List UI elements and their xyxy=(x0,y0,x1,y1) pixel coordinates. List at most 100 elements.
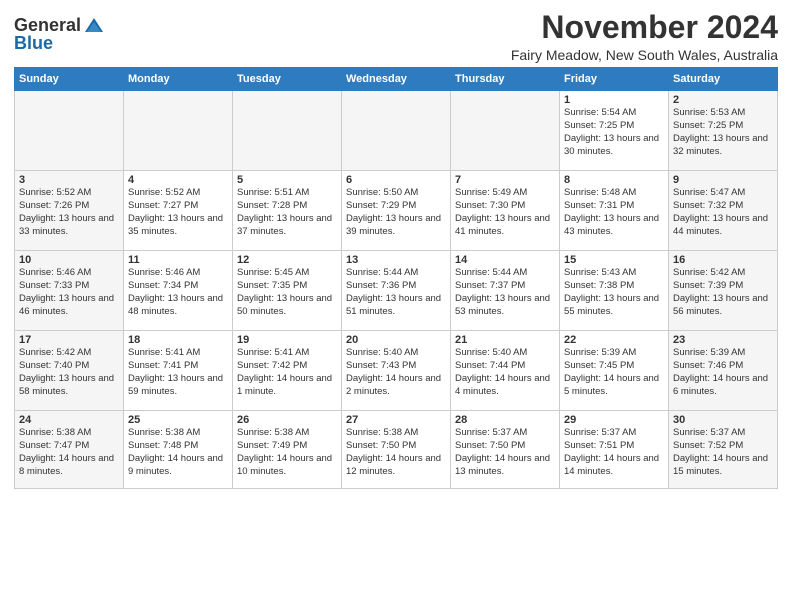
day-info: Sunrise: 5:49 AMSunset: 7:30 PMDaylight:… xyxy=(455,187,555,238)
day-number: 10 xyxy=(19,254,119,266)
cell-w0-d6: 2Sunrise: 5:53 AMSunset: 7:25 PMDaylight… xyxy=(669,91,778,171)
location-title: Fairy Meadow, New South Wales, Australia xyxy=(511,47,778,63)
col-saturday: Saturday xyxy=(669,68,778,91)
day-number: 3 xyxy=(19,174,119,186)
cell-w3-d0: 17Sunrise: 5:42 AMSunset: 7:40 PMDayligh… xyxy=(15,331,124,411)
day-number: 21 xyxy=(455,334,555,346)
cell-w1-d2: 5Sunrise: 5:51 AMSunset: 7:28 PMDaylight… xyxy=(233,171,342,251)
day-number: 20 xyxy=(346,334,446,346)
day-number: 22 xyxy=(564,334,664,346)
logo: General Blue xyxy=(14,14,105,52)
col-thursday: Thursday xyxy=(451,68,560,91)
cell-w1-d5: 8Sunrise: 5:48 AMSunset: 7:31 PMDaylight… xyxy=(560,171,669,251)
day-info: Sunrise: 5:47 AMSunset: 7:32 PMDaylight:… xyxy=(673,187,773,238)
day-number: 30 xyxy=(673,414,773,426)
day-info: Sunrise: 5:40 AMSunset: 7:43 PMDaylight:… xyxy=(346,347,446,398)
day-info: Sunrise: 5:46 AMSunset: 7:33 PMDaylight:… xyxy=(19,267,119,318)
day-info: Sunrise: 5:43 AMSunset: 7:38 PMDaylight:… xyxy=(564,267,664,318)
day-info: Sunrise: 5:37 AMSunset: 7:52 PMDaylight:… xyxy=(673,427,773,478)
day-info: Sunrise: 5:48 AMSunset: 7:31 PMDaylight:… xyxy=(564,187,664,238)
cell-w4-d2: 26Sunrise: 5:38 AMSunset: 7:49 PMDayligh… xyxy=(233,411,342,489)
day-number: 26 xyxy=(237,414,337,426)
col-friday: Friday xyxy=(560,68,669,91)
cell-w3-d5: 22Sunrise: 5:39 AMSunset: 7:45 PMDayligh… xyxy=(560,331,669,411)
header: General Blue November 2024 Fairy Meadow,… xyxy=(14,10,778,63)
cell-w4-d3: 27Sunrise: 5:38 AMSunset: 7:50 PMDayligh… xyxy=(342,411,451,489)
day-info: Sunrise: 5:52 AMSunset: 7:26 PMDaylight:… xyxy=(19,187,119,238)
day-number: 7 xyxy=(455,174,555,186)
cell-w2-d6: 16Sunrise: 5:42 AMSunset: 7:39 PMDayligh… xyxy=(669,251,778,331)
day-number: 23 xyxy=(673,334,773,346)
day-info: Sunrise: 5:53 AMSunset: 7:25 PMDaylight:… xyxy=(673,107,773,158)
day-info: Sunrise: 5:38 AMSunset: 7:47 PMDaylight:… xyxy=(19,427,119,478)
day-info: Sunrise: 5:41 AMSunset: 7:41 PMDaylight:… xyxy=(128,347,228,398)
month-title: November 2024 xyxy=(511,10,778,45)
col-tuesday: Tuesday xyxy=(233,68,342,91)
day-number: 17 xyxy=(19,334,119,346)
day-number: 4 xyxy=(128,174,228,186)
day-info: Sunrise: 5:44 AMSunset: 7:36 PMDaylight:… xyxy=(346,267,446,318)
cell-w4-d5: 29Sunrise: 5:37 AMSunset: 7:51 PMDayligh… xyxy=(560,411,669,489)
day-number: 2 xyxy=(673,94,773,106)
logo-general: General xyxy=(14,16,81,34)
cell-w2-d0: 10Sunrise: 5:46 AMSunset: 7:33 PMDayligh… xyxy=(15,251,124,331)
day-info: Sunrise: 5:40 AMSunset: 7:44 PMDaylight:… xyxy=(455,347,555,398)
day-number: 29 xyxy=(564,414,664,426)
day-info: Sunrise: 5:51 AMSunset: 7:28 PMDaylight:… xyxy=(237,187,337,238)
week-row-4: 24Sunrise: 5:38 AMSunset: 7:47 PMDayligh… xyxy=(15,411,778,489)
day-number: 6 xyxy=(346,174,446,186)
day-number: 25 xyxy=(128,414,228,426)
logo-icon xyxy=(83,14,105,36)
cell-w3-d3: 20Sunrise: 5:40 AMSunset: 7:43 PMDayligh… xyxy=(342,331,451,411)
cell-w1-d3: 6Sunrise: 5:50 AMSunset: 7:29 PMDaylight… xyxy=(342,171,451,251)
day-number: 16 xyxy=(673,254,773,266)
week-row-3: 17Sunrise: 5:42 AMSunset: 7:40 PMDayligh… xyxy=(15,331,778,411)
cell-w2-d2: 12Sunrise: 5:45 AMSunset: 7:35 PMDayligh… xyxy=(233,251,342,331)
cell-w2-d4: 14Sunrise: 5:44 AMSunset: 7:37 PMDayligh… xyxy=(451,251,560,331)
day-number: 27 xyxy=(346,414,446,426)
cell-w1-d4: 7Sunrise: 5:49 AMSunset: 7:30 PMDaylight… xyxy=(451,171,560,251)
cell-w3-d6: 23Sunrise: 5:39 AMSunset: 7:46 PMDayligh… xyxy=(669,331,778,411)
col-monday: Monday xyxy=(124,68,233,91)
cell-w2-d5: 15Sunrise: 5:43 AMSunset: 7:38 PMDayligh… xyxy=(560,251,669,331)
day-info: Sunrise: 5:38 AMSunset: 7:48 PMDaylight:… xyxy=(128,427,228,478)
day-info: Sunrise: 5:41 AMSunset: 7:42 PMDaylight:… xyxy=(237,347,337,398)
cell-w0-d5: 1Sunrise: 5:54 AMSunset: 7:25 PMDaylight… xyxy=(560,91,669,171)
header-row: Sunday Monday Tuesday Wednesday Thursday… xyxy=(15,68,778,91)
col-sunday: Sunday xyxy=(15,68,124,91)
day-info: Sunrise: 5:39 AMSunset: 7:46 PMDaylight:… xyxy=(673,347,773,398)
day-number: 15 xyxy=(564,254,664,266)
cell-w4-d1: 25Sunrise: 5:38 AMSunset: 7:48 PMDayligh… xyxy=(124,411,233,489)
day-info: Sunrise: 5:39 AMSunset: 7:45 PMDaylight:… xyxy=(564,347,664,398)
cell-w4-d0: 24Sunrise: 5:38 AMSunset: 7:47 PMDayligh… xyxy=(15,411,124,489)
cell-w0-d4 xyxy=(451,91,560,171)
cell-w2-d3: 13Sunrise: 5:44 AMSunset: 7:36 PMDayligh… xyxy=(342,251,451,331)
day-info: Sunrise: 5:38 AMSunset: 7:50 PMDaylight:… xyxy=(346,427,446,478)
day-number: 14 xyxy=(455,254,555,266)
cell-w4-d4: 28Sunrise: 5:37 AMSunset: 7:50 PMDayligh… xyxy=(451,411,560,489)
cell-w1-d6: 9Sunrise: 5:47 AMSunset: 7:32 PMDaylight… xyxy=(669,171,778,251)
day-info: Sunrise: 5:37 AMSunset: 7:50 PMDaylight:… xyxy=(455,427,555,478)
day-number: 28 xyxy=(455,414,555,426)
day-info: Sunrise: 5:45 AMSunset: 7:35 PMDaylight:… xyxy=(237,267,337,318)
day-number: 13 xyxy=(346,254,446,266)
cell-w1-d1: 4Sunrise: 5:52 AMSunset: 7:27 PMDaylight… xyxy=(124,171,233,251)
calendar-container: General Blue November 2024 Fairy Meadow,… xyxy=(0,0,792,497)
week-row-2: 10Sunrise: 5:46 AMSunset: 7:33 PMDayligh… xyxy=(15,251,778,331)
week-row-1: 3Sunrise: 5:52 AMSunset: 7:26 PMDaylight… xyxy=(15,171,778,251)
day-number: 5 xyxy=(237,174,337,186)
calendar-table: Sunday Monday Tuesday Wednesday Thursday… xyxy=(14,67,778,489)
day-info: Sunrise: 5:37 AMSunset: 7:51 PMDaylight:… xyxy=(564,427,664,478)
day-number: 12 xyxy=(237,254,337,266)
cell-w0-d0 xyxy=(15,91,124,171)
day-info: Sunrise: 5:50 AMSunset: 7:29 PMDaylight:… xyxy=(346,187,446,238)
day-number: 19 xyxy=(237,334,337,346)
cell-w3-d1: 18Sunrise: 5:41 AMSunset: 7:41 PMDayligh… xyxy=(124,331,233,411)
logo-blue: Blue xyxy=(14,34,53,52)
day-number: 9 xyxy=(673,174,773,186)
day-number: 18 xyxy=(128,334,228,346)
cell-w0-d3 xyxy=(342,91,451,171)
cell-w2-d1: 11Sunrise: 5:46 AMSunset: 7:34 PMDayligh… xyxy=(124,251,233,331)
title-area: November 2024 Fairy Meadow, New South Wa… xyxy=(511,10,778,63)
col-wednesday: Wednesday xyxy=(342,68,451,91)
